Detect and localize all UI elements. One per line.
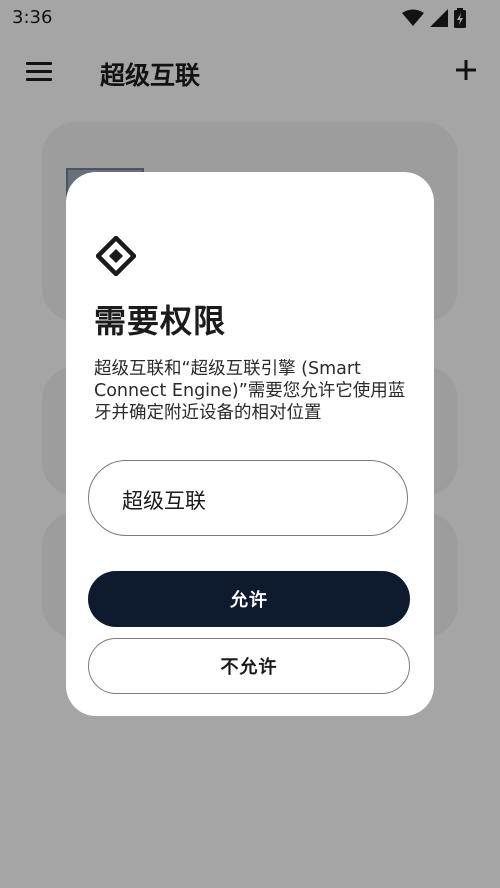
deny-button[interactable]: 不允许 [88,638,410,694]
app-name-field: 超级互联 [88,460,408,536]
allow-button[interactable]: 允许 [88,571,410,627]
app-name-label: 超级互联 [122,489,206,513]
dialog-message: 超级互联和“超级互联引擎 (Smart Connect Engine)”需要您允… [94,359,406,423]
dialog-title: 需要权限 [94,302,227,340]
permission-diamond-icon [96,236,136,276]
permission-dialog: 需要权限 超级互联和“超级互联引擎 (Smart Connect Engine)… [66,172,434,716]
